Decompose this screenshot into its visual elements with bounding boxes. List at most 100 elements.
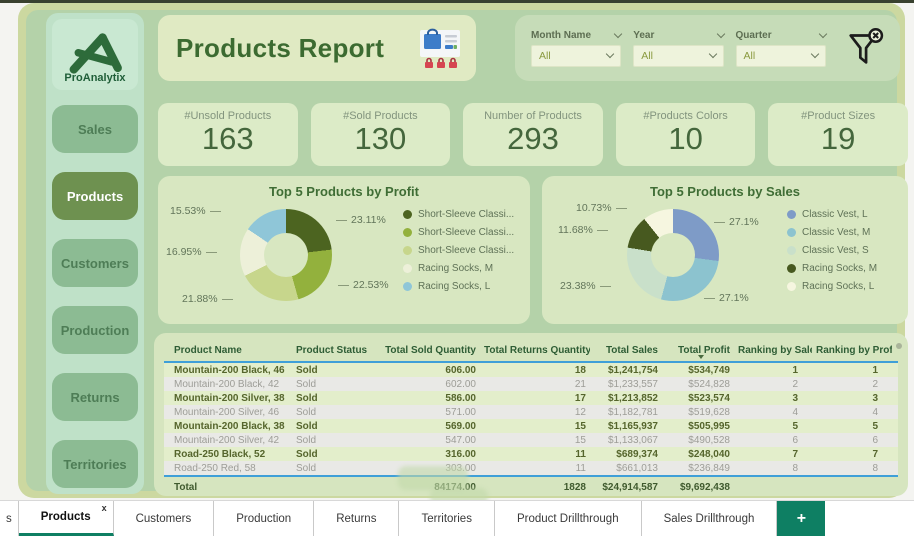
- legend-label: Short-Sleeve Classi...: [418, 227, 515, 238]
- table-row[interactable]: Mountain-200 Silver, 42 Sold 547.00 15 $…: [164, 433, 898, 447]
- clear-filters-icon[interactable]: [844, 25, 886, 71]
- table-row[interactable]: Road-250 Red, 58 Sold 303.00 11 $661,013…: [164, 461, 898, 475]
- tab-label: Products: [40, 511, 91, 523]
- slicer-label: Quarter: [735, 29, 772, 41]
- sidebar: ProAnalytix Sales Products Customers Pro…: [46, 13, 144, 494]
- report-page-tab[interactable]: Sales Drillthrough: [642, 501, 778, 536]
- page-title: Products Report: [176, 32, 385, 63]
- total-label: Total: [174, 481, 198, 493]
- cell-product-name: Mountain-200 Black, 38: [174, 420, 285, 432]
- slice-label: 15.53%: [170, 205, 221, 217]
- report-page-tab[interactable]: Territories: [399, 501, 495, 536]
- column-header[interactable]: Total Profit: [662, 345, 734, 356]
- cell-product-name: Mountain-200 Silver, 46: [174, 406, 280, 418]
- tab-partial[interactable]: s: [0, 501, 19, 536]
- legend-label: Racing Socks, L: [418, 281, 491, 292]
- table-row[interactable]: Mountain-200 Silver, 38 Sold 586.00 17 $…: [164, 391, 898, 405]
- brand-logo: ProAnalytix: [52, 19, 138, 90]
- tab-close-icon[interactable]: x: [102, 503, 107, 513]
- cell-ranking-by-sales: 3: [792, 392, 798, 404]
- report-page-tab[interactable]: Returns: [314, 501, 400, 536]
- slicer-header[interactable]: Month Name: [531, 29, 623, 41]
- legend-item[interactable]: Racing Socks, L: [403, 281, 514, 292]
- products-table: Product Name Product Status Total Sold Q…: [154, 333, 908, 496]
- cell-total-sales: $1,241,754: [607, 364, 658, 376]
- column-header[interactable]: Ranking by Sales: [734, 345, 812, 356]
- slicer-selected-value: All: [743, 49, 756, 62]
- legend-item[interactable]: Short-Sleeve Classi...: [403, 209, 514, 220]
- slice-label: 23.11%: [336, 214, 386, 226]
- legend-item[interactable]: Racing Socks, M: [787, 263, 877, 274]
- sidebar-nav-label: Returns: [70, 389, 120, 405]
- cell-total-profit: $490,528: [688, 434, 730, 446]
- tab-label: Product Drillthrough: [516, 512, 619, 525]
- sidebar-nav-label: Sales: [78, 121, 112, 137]
- slicer-dropdown[interactable]: All: [633, 44, 724, 67]
- legend-item[interactable]: Classic Vest, M: [787, 227, 877, 238]
- cell-ranking-by-profit: 8: [872, 462, 878, 474]
- sidebar-nav-button[interactable]: Returns: [52, 373, 138, 421]
- report-page-tab[interactable]: Production: [214, 501, 315, 536]
- sidebar-nav-button[interactable]: Production: [52, 306, 138, 354]
- legend-label: Short-Sleeve Classi...: [418, 245, 515, 256]
- table-row[interactable]: Mountain-200 Black, 38 Sold 569.00 15 $1…: [164, 419, 898, 433]
- slice-label: 16.95%: [166, 246, 217, 258]
- legend-item[interactable]: Classic Vest, S: [787, 245, 877, 256]
- table-row[interactable]: Mountain-200 Black, 46 Sold 606.00 18 $1…: [164, 363, 898, 377]
- legend-dot: [787, 264, 796, 273]
- add-page-button[interactable]: +: [777, 501, 826, 536]
- legend-item[interactable]: Short-Sleeve Classi...: [403, 245, 514, 256]
- kpi-card: #Product Sizes 19: [768, 103, 908, 166]
- slicer-selected-value: All: [539, 49, 551, 62]
- cell-total-sold-quantity: 316.00: [445, 448, 476, 460]
- chevron-down-icon: [818, 29, 827, 38]
- slicer-header[interactable]: Year: [633, 29, 725, 41]
- column-header[interactable]: Total Returns Quantity: [480, 345, 590, 356]
- table-row[interactable]: Mountain-200 Silver, 46 Sold 571.00 12 $…: [164, 405, 898, 419]
- sidebar-nav-label: Production: [60, 322, 130, 338]
- cell-total-returns-quantity: 11: [575, 462, 586, 474]
- report-page-tab[interactable]: Product Drillthrough: [495, 501, 642, 536]
- cell-product-name: Road-250 Red, 58: [174, 462, 256, 474]
- column-header-sorted[interactable]: Total Sales: [590, 345, 662, 356]
- tab-label: Customers: [135, 512, 192, 525]
- legend-item[interactable]: Classic Vest, L: [787, 209, 877, 220]
- slicer-dropdown[interactable]: All: [531, 44, 622, 67]
- legend-item[interactable]: Short-Sleeve Classi...: [403, 227, 514, 238]
- sidebar-nav-button[interactable]: Customers: [52, 239, 138, 287]
- donut-chart-sales[interactable]: [627, 209, 719, 301]
- cell-total-profit: $523,574: [688, 392, 730, 404]
- table-body: Mountain-200 Black, 46 Sold 606.00 18 $1…: [164, 363, 898, 477]
- cell-product-name: Mountain-200 Silver, 42: [174, 434, 280, 446]
- tab-label: Sales Drillthrough: [663, 512, 755, 525]
- cell-total-sales: $661,013: [616, 462, 658, 474]
- column-header[interactable]: Ranking by Profit: [812, 345, 892, 356]
- cell-total-returns-quantity: 11: [575, 448, 586, 460]
- legend-label: Short-Sleeve Classi...: [418, 209, 515, 220]
- chart-title: Top 5 Products by Profit: [269, 184, 419, 199]
- report-page-tab[interactable]: Products x: [18, 501, 114, 536]
- sidebar-nav-button[interactable]: Products: [52, 172, 138, 220]
- sidebar-nav-label: Territories: [63, 456, 127, 472]
- column-header[interactable]: Total Sold Quantity: [376, 345, 480, 356]
- table-row[interactable]: Road-250 Black, 52 Sold 316.00 11 $689,3…: [164, 447, 898, 461]
- legend-item[interactable]: Racing Socks, L: [787, 281, 877, 292]
- donut-chart-profit[interactable]: [240, 209, 332, 301]
- sidebar-nav-button[interactable]: Territories: [52, 440, 138, 488]
- column-header[interactable]: Product Name: [164, 345, 292, 356]
- cell-total-profit: $248,040: [688, 448, 730, 460]
- legend-label: Racing Socks, M: [418, 263, 494, 274]
- kpi-value: 10: [668, 121, 703, 156]
- chart-plot-area: 15.53% 23.11% 16.95% 22.53% 21.88% Short…: [158, 199, 530, 315]
- table-row[interactable]: Mountain-200 Black, 42 Sold 602.00 21 $1…: [164, 377, 898, 391]
- slicer-header[interactable]: Quarter: [735, 29, 827, 41]
- column-header[interactable]: Product Status: [292, 345, 376, 356]
- table-total-row: Total 84174.00 1828 $24,914,587 $9,692,4…: [164, 477, 898, 497]
- report-page-tab[interactable]: Customers: [114, 501, 215, 536]
- cell-product-status: Sold: [296, 392, 318, 404]
- slicer-dropdown[interactable]: All: [735, 44, 826, 67]
- legend-item[interactable]: Racing Socks, M: [403, 263, 514, 274]
- cell-total-sales: $1,133,067: [607, 434, 658, 446]
- sidebar-nav-button[interactable]: Sales: [52, 105, 138, 153]
- chevron-down-icon: [810, 49, 819, 59]
